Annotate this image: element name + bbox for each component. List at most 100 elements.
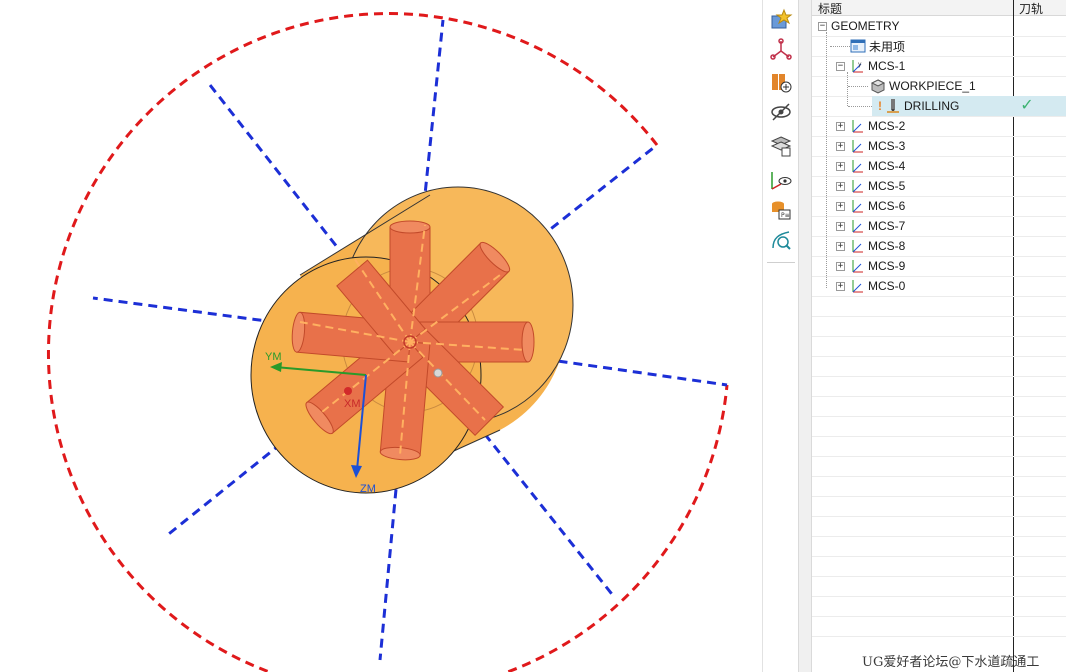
row-separator <box>812 576 1066 577</box>
tree-guide <box>847 72 848 106</box>
svg-text:P≡: P≡ <box>781 212 790 219</box>
roles-icon[interactable] <box>767 6 795 34</box>
row-separator <box>812 516 1066 517</box>
tree-guide <box>826 32 827 288</box>
ym-label: YM <box>265 351 282 363</box>
tree-node-geometry[interactable]: − GEOMETRY <box>818 16 899 36</box>
node-label: MCS-6 <box>868 199 906 213</box>
process-tool-icon[interactable] <box>767 226 795 254</box>
drilling-operation-icon <box>885 98 901 114</box>
row-separator <box>812 456 1066 457</box>
row-separator <box>812 296 1066 297</box>
row-separator <box>812 436 1066 437</box>
tree-guide <box>848 86 868 87</box>
expand-toggle[interactable]: + <box>836 141 845 151</box>
svg-text:y: y <box>858 61 862 68</box>
node-label: MCS-1 <box>868 59 906 73</box>
mcs-icon <box>849 258 865 274</box>
node-label: MCS-3 <box>868 139 906 153</box>
navigator-header: 标题 刀轨 <box>812 0 1066 16</box>
tree-node-mcs-8[interactable]: + MCS-8 <box>836 236 905 256</box>
node-label: MCS-2 <box>868 119 906 133</box>
expand-toggle[interactable]: + <box>836 241 845 251</box>
tree-node-mcs-3[interactable]: + MCS-3 <box>836 136 905 156</box>
tree-node-mcs-6[interactable]: + MCS-6 <box>836 196 905 216</box>
system-visualization-icon[interactable] <box>767 166 795 194</box>
node-label: MCS-0 <box>868 279 906 293</box>
toolpath-ok-icon: ✓ <box>1020 97 1034 114</box>
expand-toggle[interactable]: + <box>836 121 845 131</box>
node-label: MCS-4 <box>868 159 906 173</box>
layers-icon[interactable] <box>767 132 795 160</box>
resource-bar-separator <box>767 262 795 263</box>
tree-node-mcs-9[interactable]: + MCS-9 <box>836 256 905 276</box>
node-label: 未用项 <box>869 39 906 54</box>
collapse-toggle[interactable]: − <box>818 21 827 31</box>
row-separator <box>812 316 1066 317</box>
xm-axis <box>344 387 352 395</box>
watermark-text: UG爱好者论坛@下水道疏通工 <box>862 655 1040 670</box>
graphics-viewport[interactable]: YM XM ZM <box>0 0 762 672</box>
row-separator <box>812 476 1066 477</box>
row-separator <box>812 556 1066 557</box>
tree-node-mcs-7[interactable]: + MCS-7 <box>836 216 905 236</box>
tree-node-mcs-0[interactable]: + MCS-0 <box>836 276 905 296</box>
mcs-icon <box>849 198 865 214</box>
mcs-icon <box>849 238 865 254</box>
mcs-icon <box>849 158 865 174</box>
mcs-icon <box>849 138 865 154</box>
tree-node-mcs-4[interactable]: + MCS-4 <box>836 156 905 176</box>
history-hide-icon[interactable] <box>767 98 795 126</box>
row-separator <box>812 616 1066 617</box>
tree-node-workpiece-1[interactable]: WORKPIECE_1 <box>870 76 976 96</box>
unused-items-icon <box>850 38 866 54</box>
row-separator <box>812 536 1066 537</box>
node-label: WORKPIECE_1 <box>889 79 976 93</box>
row-separator <box>812 336 1066 337</box>
tree-node-drilling[interactable]: ! DRILLING <box>878 96 959 116</box>
expand-toggle[interactable]: + <box>836 281 845 291</box>
tree-node-mcs-5[interactable]: + MCS-5 <box>836 176 905 196</box>
collapse-toggle[interactable]: − <box>836 61 845 71</box>
expand-toggle[interactable]: + <box>836 161 845 171</box>
node-label: MCS-5 <box>868 179 906 193</box>
node-label: MCS-8 <box>868 239 906 253</box>
warning-mark-icon: ! <box>878 99 882 113</box>
xm-label: XM <box>344 398 361 410</box>
expand-toggle[interactable]: + <box>836 181 845 191</box>
panel-splitter[interactable] <box>798 0 812 672</box>
row-separator <box>812 376 1066 377</box>
row-separator <box>812 416 1066 417</box>
tree-node-unused-items[interactable]: 未用项 <box>850 36 905 56</box>
node-label: DRILLING <box>904 99 960 113</box>
mcs-icon <box>849 118 865 134</box>
node-label: MCS-7 <box>868 219 906 233</box>
mcs-icon <box>849 178 865 194</box>
assembly-navigator-icon[interactable] <box>767 36 795 64</box>
expand-toggle[interactable]: + <box>836 201 845 211</box>
tree-guide <box>830 46 850 47</box>
mcs-icon <box>849 278 865 294</box>
machine-library-icon[interactable]: P≡ <box>767 196 795 224</box>
zm-label: ZM <box>360 483 376 495</box>
row-separator <box>812 396 1066 397</box>
resource-bar: P≡ <box>762 0 798 672</box>
node-label: GEOMETRY <box>831 19 900 33</box>
row-separator <box>812 636 1066 637</box>
row-separator <box>812 596 1066 597</box>
reuse-library-icon[interactable] <box>767 68 795 96</box>
column-header-toolpath[interactable]: 刀轨 <box>1019 0 1043 17</box>
row-separator <box>812 356 1066 357</box>
tree-node-mcs-1[interactable]: − y MCS-1 <box>836 56 905 76</box>
expand-toggle[interactable]: + <box>836 221 845 231</box>
workpiece-icon <box>870 78 886 94</box>
operation-navigator: 标题 刀轨 − GEOMETRY 未用项 − y MCS-1 WORKPIECE… <box>812 0 1066 672</box>
mcs-icon <box>849 218 865 234</box>
column-header-title[interactable]: 标题 <box>818 0 842 17</box>
tree-node-mcs-2[interactable]: + MCS-2 <box>836 116 905 136</box>
model-view: YM XM ZM <box>46 12 729 672</box>
mcs-icon: y <box>849 58 865 74</box>
expand-toggle[interactable]: + <box>836 261 845 271</box>
row-separator <box>812 496 1066 497</box>
pivot-point <box>433 368 443 378</box>
